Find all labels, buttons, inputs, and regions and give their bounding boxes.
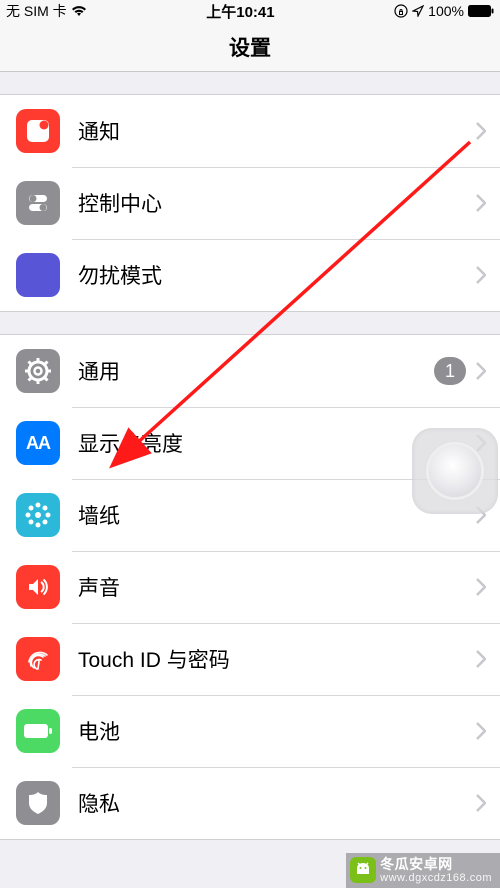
display-icon-text: AA xyxy=(26,433,50,454)
row-label: 控制中心 xyxy=(78,188,476,218)
assistive-touch-inner xyxy=(429,445,481,497)
row-label: 通用 xyxy=(78,356,434,386)
assistive-touch[interactable] xyxy=(412,428,498,514)
watermark: 冬瓜安卓网 www.dgxcdz168.com xyxy=(346,853,500,888)
watermark-brand: 冬瓜安卓网 xyxy=(380,857,492,872)
display-icon: AA xyxy=(16,421,60,465)
row-touchid[interactable]: Touch ID 与密码 xyxy=(0,623,500,695)
location-icon xyxy=(412,5,424,17)
status-bar: 无 SIM 卡 上午10:41 100% xyxy=(0,0,500,22)
wifi-icon xyxy=(71,5,87,17)
chevron-right-icon xyxy=(476,194,486,212)
dnd-icon xyxy=(16,253,60,297)
battery-icon xyxy=(468,5,494,17)
chevron-right-icon xyxy=(476,122,486,140)
orientation-lock-icon xyxy=(394,4,408,18)
page-title: 设置 xyxy=(229,32,271,62)
watermark-icon xyxy=(350,857,376,883)
control-center-icon xyxy=(16,181,60,225)
wallpaper-icon xyxy=(16,493,60,537)
row-general[interactable]: 通用 1 xyxy=(0,335,500,407)
chevron-right-icon xyxy=(476,362,486,380)
row-label: 声音 xyxy=(78,572,476,602)
notifications-icon xyxy=(16,109,60,153)
row-label: 隐私 xyxy=(78,788,476,818)
row-label: 电池 xyxy=(78,716,476,746)
row-label: 通知 xyxy=(78,116,476,146)
privacy-icon xyxy=(16,781,60,825)
general-icon xyxy=(16,349,60,393)
chevron-right-icon xyxy=(476,794,486,812)
chevron-right-icon xyxy=(476,650,486,668)
battery-percent: 100% xyxy=(428,3,464,19)
row-sound[interactable]: 声音 xyxy=(0,551,500,623)
status-left: 无 SIM 卡 xyxy=(6,1,87,21)
row-label: Touch ID 与密码 xyxy=(78,644,476,674)
settings-group-2: 通用 1 AA 显示与亮度 墙纸 声音 Touch ID 与密码 xyxy=(0,334,500,840)
badge: 1 xyxy=(434,357,466,385)
row-control-center[interactable]: 控制中心 xyxy=(0,167,500,239)
row-dnd[interactable]: 勿扰模式 xyxy=(0,239,500,311)
touchid-icon xyxy=(16,637,60,681)
row-label: 勿扰模式 xyxy=(78,260,476,290)
row-privacy[interactable]: 隐私 xyxy=(0,767,500,839)
sound-icon xyxy=(16,565,60,609)
status-right: 100% xyxy=(394,3,494,19)
row-notifications[interactable]: 通知 xyxy=(0,95,500,167)
row-battery[interactable]: 电池 xyxy=(0,695,500,767)
settings-group-1: 通知 控制中心 勿扰模式 xyxy=(0,94,500,312)
chevron-right-icon xyxy=(476,722,486,740)
chevron-right-icon xyxy=(476,266,486,284)
battery-row-icon xyxy=(16,709,60,753)
watermark-url: www.dgxcdz168.com xyxy=(380,872,492,884)
chevron-right-icon xyxy=(476,578,486,596)
nav-bar: 设置 xyxy=(0,22,500,72)
sim-status: 无 SIM 卡 xyxy=(6,1,67,21)
status-time: 上午10:41 xyxy=(206,1,274,22)
